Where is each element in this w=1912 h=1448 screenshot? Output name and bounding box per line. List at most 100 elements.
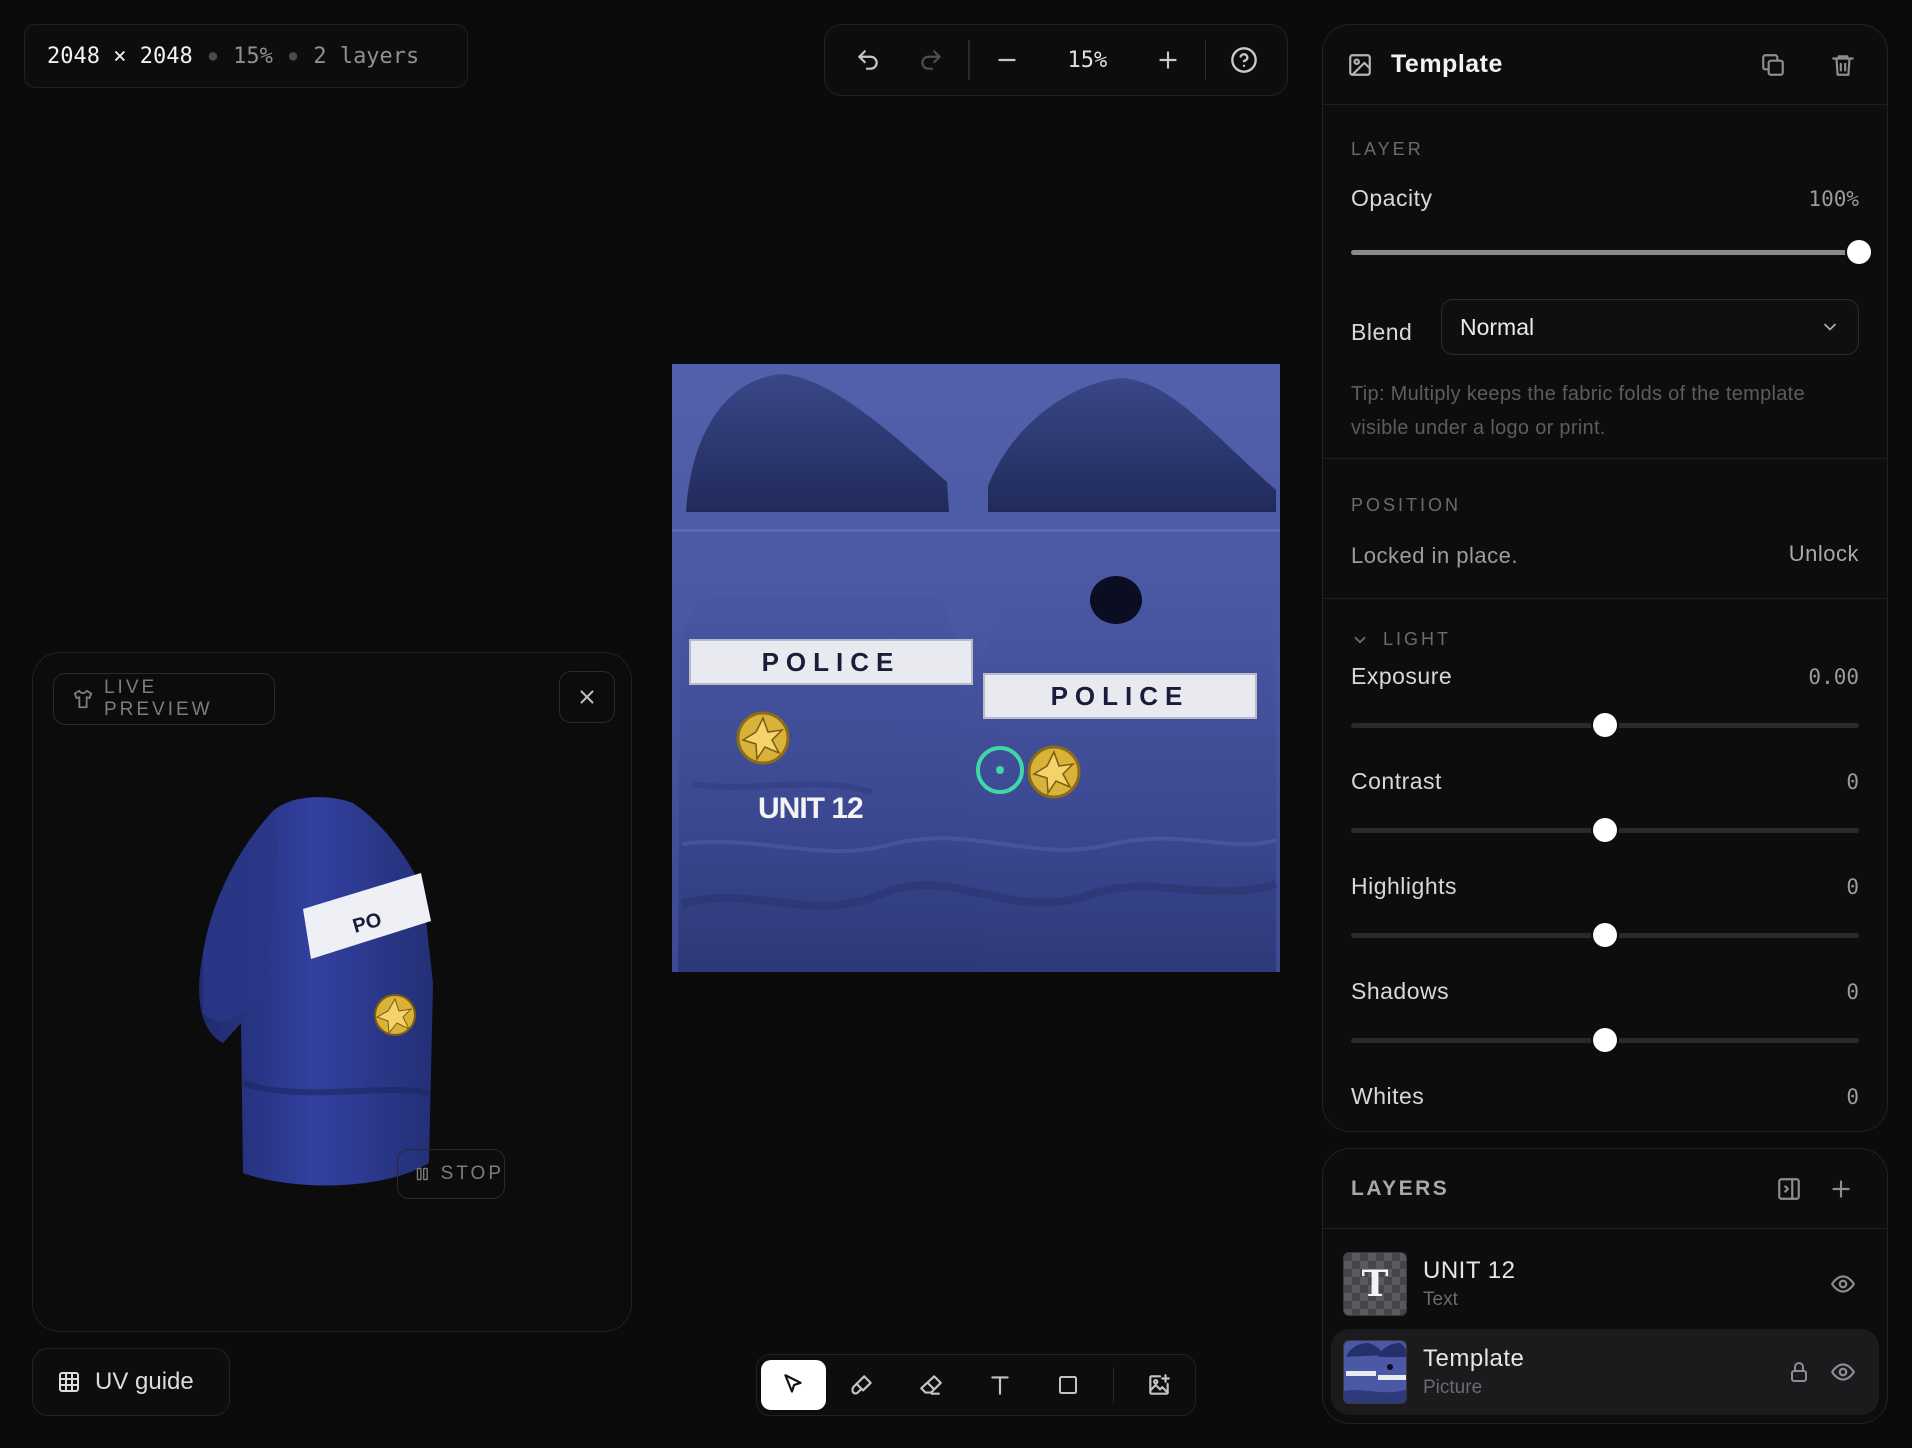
undo-icon [858,50,879,70]
chevron-down-icon [1824,323,1836,331]
eye-icon [1830,1363,1856,1381]
grid-icon [59,1372,79,1392]
toggle-layers-panel-button[interactable] [1769,1169,1809,1209]
position-status: Locked in place. [1351,543,1518,568]
light-control-label: Contrast [1351,768,1442,794]
zoom-out-button[interactable] [976,32,1039,88]
stop-label: STOP [440,1163,504,1184]
select-tool[interactable] [761,1360,826,1410]
uv-guide-button[interactable]: UV guide [32,1348,230,1416]
redo-button[interactable] [900,32,963,88]
add-layer-button[interactable] [1821,1169,1861,1209]
visibility-toggle[interactable] [1821,1350,1865,1394]
light-control-label: Highlights [1351,873,1457,899]
layer-name: Template [1423,1345,1525,1372]
layer-info: UNIT 12 Text [1423,1257,1803,1311]
layer-type: Picture [1423,1377,1483,1398]
light-control-slider-knob[interactable] [1593,818,1617,842]
add-image-tool[interactable] [1126,1360,1191,1410]
tshirt-icon [73,689,93,709]
light-control-label: Shadows [1351,978,1450,1004]
police-text-left: POLICE [761,647,901,677]
text-tool[interactable] [967,1360,1032,1410]
layer-count: 2 layers [313,43,420,69]
light-control-value: 0 [1846,1085,1859,1109]
light-control-label: Exposure [1351,663,1453,689]
zoom-readout: 15% [233,43,273,69]
light-control-slider[interactable] [1351,923,1859,947]
badge-left-mark [736,711,790,765]
tool-palette [756,1354,1196,1416]
zoom-out-icon [998,58,1016,62]
eraser-tool[interactable] [899,1360,964,1410]
brush-tool[interactable] [830,1360,895,1410]
uv-guide-label: UV guide [95,1368,194,1395]
live-preview-chip: LIVE PREVIEW [53,673,275,725]
layer-row-unit-12[interactable]: T UNIT 12 Text [1331,1241,1879,1327]
document-info-bar: 2048 × 2048 ● 15% ● 2 layers [24,24,468,88]
light-control-slider-knob[interactable] [1593,1028,1617,1052]
light-control-slider-knob[interactable] [1593,713,1617,737]
properties-panel: Template LAYER Opacity 100% Blend Normal… [1322,24,1888,1132]
opacity-slider-fill [1351,250,1859,255]
square-icon [1059,1376,1078,1394]
shirt-3d-preview[interactable]: PO [183,783,483,1203]
light-control-slider[interactable] [1351,1028,1859,1052]
layer-section: LAYER Opacity 100% Blend Normal Tip: Mul… [1323,105,1887,459]
image-icon [1349,53,1371,76]
toolbar-divider [1204,40,1207,80]
opacity-slider[interactable] [1351,240,1871,264]
toolbar-divider [968,40,970,80]
eye-icon [1830,1275,1856,1293]
light-section-label: LIGHT [1383,629,1452,649]
undo-button[interactable] [837,32,900,88]
opacity-label: Opacity [1351,185,1433,211]
zoom-in-icon [1158,51,1177,69]
layer-type: Text [1423,1289,1458,1310]
live-preview-title: LIVE PREVIEW [103,677,213,720]
lock-toggle[interactable] [1777,1350,1821,1394]
police-text-right: POLICE [1050,681,1190,711]
live-preview-panel: LIVE PREVIEW PO STOP [32,652,632,1332]
zoom-in-button[interactable] [1136,32,1199,88]
view-toolbar: 15% [824,24,1288,96]
lock-icon [1791,1362,1807,1382]
pause-icon [416,1167,428,1181]
close-preview-button[interactable] [559,671,615,723]
help-button[interactable] [1212,32,1275,88]
help-icon [1230,47,1257,73]
opacity-slider-knob[interactable] [1847,240,1871,264]
text-layer-icon: T [1361,1263,1389,1305]
layers-header: LAYERS [1323,1149,1887,1229]
texture-canvas[interactable]: POLICE POLICE UNIT 12 [672,364,1280,972]
zoom-level[interactable]: 15% [1038,48,1136,73]
light-control-slider-knob[interactable] [1593,923,1617,947]
blend-mode-select[interactable]: Normal [1441,299,1859,355]
stop-button[interactable]: STOP [397,1149,505,1199]
chevron-down-icon [1354,636,1366,644]
unit-text-layer[interactable]: UNIT 12 [758,792,864,826]
shape-tool[interactable] [1036,1360,1101,1410]
blend-label: Blend [1351,319,1413,345]
visibility-toggle[interactable] [1821,1262,1865,1306]
unlock-button[interactable]: Unlock [1789,541,1859,567]
layer-row-template[interactable]: Template Picture [1331,1329,1879,1415]
opacity-value: 100% [1808,187,1859,211]
brush-icon [851,1375,872,1395]
duplicate-layer-button[interactable] [1753,45,1793,85]
light-section-toggle[interactable]: LIGHT [1351,629,1451,650]
light-control-slider[interactable] [1351,713,1859,737]
layer-thumbnail [1343,1340,1407,1404]
layers-title: LAYERS [1351,1176,1450,1200]
badge-right-mark [1027,745,1081,799]
layers-panel: LAYERS T UNIT 12 Text Template Picture [1322,1148,1888,1424]
layer-name: UNIT 12 [1423,1257,1516,1284]
layer-thumbnail: T [1343,1252,1407,1316]
light-control-value: 0 [1846,875,1859,899]
light-control-slider[interactable] [1351,818,1859,842]
separator-dot: ● [208,48,218,64]
light-section: LIGHT Exposure 0.00 Contrast 0 Highlights 0 Sh… [1323,599,1887,1131]
layer-title: Template [1391,50,1503,78]
light-control-value: 0.00 [1808,665,1859,689]
delete-layer-button[interactable] [1823,45,1863,85]
